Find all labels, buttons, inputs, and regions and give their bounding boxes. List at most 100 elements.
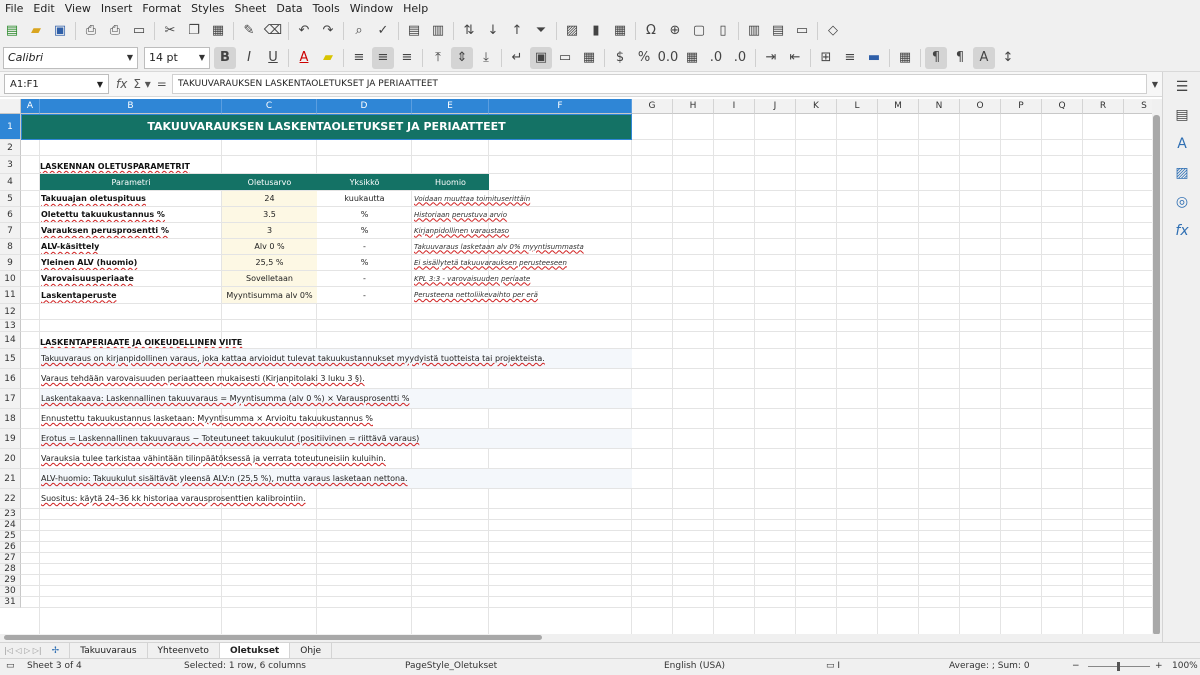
font-size-box[interactable]: 14 pt ▼ xyxy=(144,46,210,69)
show-draw-functions-icon[interactable]: ◇ xyxy=(822,20,844,42)
tab-navigation-icon[interactable]: |◁ ◁ ▷ ▷| xyxy=(4,646,42,655)
italic-icon[interactable]: I xyxy=(238,47,260,69)
menu-styles[interactable]: Styles xyxy=(186,0,229,17)
font-name-box[interactable]: Calibri ▼ xyxy=(3,46,138,69)
expand-formula-icon[interactable]: ▼ xyxy=(1148,74,1162,94)
row-header-31[interactable]: 31 xyxy=(0,597,21,608)
param-name-cell[interactable]: Varauksen perusprosentti % xyxy=(40,223,222,238)
horizontal-scroll-thumb[interactable] xyxy=(4,635,542,640)
align-middle-icon[interactable]: ⇕ xyxy=(451,46,473,69)
paragraph-cell[interactable]: Laskentakaava: Laskennallinen takuuvarau… xyxy=(40,389,632,408)
paragraph-cell[interactable]: Varauksia tulee tarkistaa vähintään tili… xyxy=(40,449,632,468)
new-document-icon[interactable]: ▤ xyxy=(1,20,23,42)
row-header-10[interactable]: 10 xyxy=(0,271,21,287)
row-header-8[interactable]: 8 xyxy=(0,239,21,255)
section-heading[interactable]: LASKENNAN OLETUSPARAMETRIT xyxy=(40,156,412,173)
table-header-cell[interactable]: Yksikkö xyxy=(317,174,412,190)
column-header-h[interactable]: H xyxy=(673,99,714,114)
param-unit-cell[interactable]: - xyxy=(317,271,412,286)
copy-icon[interactable]: ❐ xyxy=(183,20,205,42)
row-header-17[interactable]: 17 xyxy=(0,389,21,409)
print-icon[interactable]: ⎙ xyxy=(104,20,126,42)
row-header-2[interactable]: 2 xyxy=(0,140,21,156)
column-header-p[interactable]: P xyxy=(1001,99,1042,114)
menu-file[interactable]: File xyxy=(0,0,28,17)
highlight-color-icon[interactable]: ▰ xyxy=(317,47,339,69)
sort-descending-icon[interactable]: ↑ xyxy=(506,20,528,42)
param-note-cell[interactable]: Ei sisällytetä takuuvarauksen perusteese… xyxy=(412,255,632,270)
column-header-n[interactable]: N xyxy=(919,99,960,114)
zoom-level[interactable]: 100% xyxy=(1172,661,1198,671)
column-header-k[interactable]: K xyxy=(796,99,837,114)
column-header-r[interactable]: R xyxy=(1083,99,1124,114)
name-box[interactable]: A1:F1 ▼ xyxy=(4,74,109,94)
styles-icon[interactable]: A xyxy=(1173,135,1191,153)
merge-center-icon[interactable]: ▣ xyxy=(530,46,552,69)
param-unit-cell[interactable]: - xyxy=(317,239,412,254)
param-unit-cell[interactable]: % xyxy=(317,255,412,270)
merge-cells-icon[interactable]: ▭ xyxy=(554,47,576,69)
autofilter-icon[interactable]: ⏷ xyxy=(530,20,552,42)
param-name-cell[interactable]: Laskentaperuste xyxy=(40,287,222,303)
row-header-13[interactable]: 13 xyxy=(0,320,21,332)
row-header-7[interactable]: 7 xyxy=(0,223,21,239)
menu-window[interactable]: Window xyxy=(345,0,398,17)
column-header-g[interactable]: G xyxy=(632,99,673,114)
table-header-cell[interactable]: Parametri xyxy=(40,174,222,190)
sheet-tab-oletukset[interactable]: Oletukset xyxy=(219,643,291,658)
row-header-11[interactable]: 11 xyxy=(0,287,21,304)
table-header-cell[interactable]: Huomio xyxy=(412,174,489,190)
column-header-m[interactable]: M xyxy=(878,99,919,114)
navigator-icon[interactable]: ◎ xyxy=(1173,193,1191,211)
formula-icon[interactable]: = xyxy=(157,77,167,91)
param-name-cell[interactable]: ALV-käsittely xyxy=(40,239,222,254)
column-header-f[interactable]: F xyxy=(489,99,632,114)
chevron-down-icon[interactable]: ▼ xyxy=(199,53,205,62)
bold-icon[interactable]: B xyxy=(214,46,236,69)
underline-icon[interactable]: U xyxy=(262,47,284,69)
sort-icon[interactable]: ⇅ xyxy=(458,20,480,42)
param-name-cell[interactable]: Varovaisuusperiaate xyxy=(40,271,222,286)
row-header-18[interactable]: 18 xyxy=(0,409,21,429)
row-header-4[interactable]: 4 xyxy=(0,174,21,191)
menu-tools[interactable]: Tools xyxy=(308,0,345,17)
functions-icon[interactable]: fx xyxy=(1173,222,1191,240)
spreadsheet-grid[interactable]: A B C D E F G H I J K L M N O P Q R S 1 2 3 4 5 6 7 8 9 10 11 12 13 14 15… xyxy=(0,99,1162,634)
column-header-a[interactable]: A xyxy=(21,99,40,114)
find-replace-icon[interactable]: ⌕ xyxy=(348,20,370,42)
paste-icon[interactable]: ▦ xyxy=(207,20,229,42)
row-header-5[interactable]: 5 xyxy=(0,191,21,207)
borders-icon[interactable]: ⊞ xyxy=(815,47,837,69)
param-note-cell[interactable]: Perusteena nettoliikevaihto per erä xyxy=(412,287,632,303)
split-window-icon[interactable]: ▭ xyxy=(791,20,813,42)
chart-icon[interactable]: ▮ xyxy=(585,20,607,42)
save-icon[interactable]: ▣ xyxy=(49,20,71,42)
param-value-cell[interactable]: Sovelletaan xyxy=(222,271,317,286)
increase-indent-icon[interactable]: ⇥ xyxy=(760,47,782,69)
add-decimal-icon[interactable]: .0 xyxy=(705,47,727,69)
open-icon[interactable]: ▰ xyxy=(25,20,47,42)
sort-ascending-icon[interactable]: ↓ xyxy=(482,20,504,42)
decrease-indent-icon[interactable]: ⇤ xyxy=(784,47,806,69)
row-header-24[interactable]: 24 xyxy=(0,520,21,531)
column-header-d[interactable]: D xyxy=(317,99,412,114)
param-value-cell[interactable]: 25,5 % xyxy=(222,255,317,270)
sum-icon[interactable]: Σ ▾ xyxy=(133,77,150,91)
menu-sheet[interactable]: Sheet xyxy=(230,0,272,17)
language[interactable]: English (USA) xyxy=(664,661,725,671)
row-header-26[interactable]: 26 xyxy=(0,542,21,553)
comment-icon[interactable]: ▢ xyxy=(688,20,710,42)
ltr-icon[interactable]: ¶ xyxy=(925,46,947,69)
delete-decimal-icon[interactable]: .0 xyxy=(729,47,751,69)
redo-icon[interactable]: ↷ xyxy=(317,20,339,42)
menu-data[interactable]: Data xyxy=(271,0,307,17)
paragraph-cell[interactable]: Takuuvaraus on kirjanpidollinen varaus, … xyxy=(40,349,632,368)
define-print-area-icon[interactable]: ▥ xyxy=(743,20,765,42)
row-header-25[interactable]: 25 xyxy=(0,531,21,542)
row-header-1[interactable]: 1 xyxy=(0,114,21,140)
row-header-16[interactable]: 16 xyxy=(0,369,21,389)
table-header-cell[interactable]: Oletusarvo xyxy=(222,174,317,190)
param-note-cell[interactable]: Takuuvaraus lasketaan alv 0% myyntisumma… xyxy=(412,239,632,254)
column-icon[interactable]: ▥ xyxy=(427,20,449,42)
param-unit-cell[interactable]: - xyxy=(317,287,412,303)
